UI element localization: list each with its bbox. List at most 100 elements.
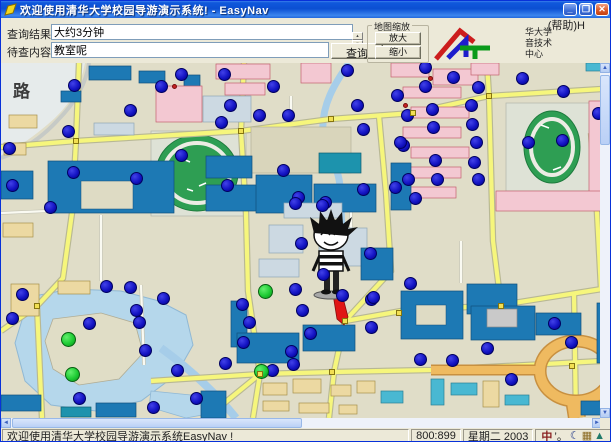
map-node-blue[interactable] [481, 342, 494, 355]
map-node-blue[interactable] [68, 79, 81, 92]
horizontal-scroll-thumb[interactable] [12, 418, 302, 428]
map-node-blue[interactable] [351, 99, 364, 112]
map-node-selected[interactable] [365, 321, 378, 334]
map-node-blue[interactable] [516, 72, 529, 85]
map-node-blue[interactable] [277, 164, 290, 177]
close-button[interactable]: ✕ [595, 3, 609, 16]
map-node-blue[interactable] [139, 344, 152, 357]
road-junction-node[interactable] [257, 371, 263, 377]
road-junction-node[interactable] [329, 369, 335, 375]
map-node-green[interactable] [61, 332, 76, 347]
map-canvas[interactable]: .bB{fill:#1d79b4;stroke:#11507c;stroke-w… [1, 63, 602, 418]
result-field[interactable] [51, 24, 353, 40]
map-node-blue[interactable] [447, 71, 460, 84]
map-node-blue[interactable] [304, 327, 317, 340]
map-node-blue[interactable] [237, 336, 250, 349]
map-node-blue[interactable] [6, 312, 19, 325]
map-node-selected[interactable] [287, 358, 300, 371]
minimize-button[interactable]: _ [563, 3, 577, 16]
map-node-selected[interactable] [296, 304, 309, 317]
map-node-blue[interactable] [394, 136, 407, 149]
map-node-selected[interactable] [62, 125, 75, 138]
scroll-up-icon[interactable]: ▲ [600, 63, 610, 73]
map-node-blue[interactable] [472, 81, 485, 94]
map-node-blue[interactable] [175, 68, 188, 81]
vertical-scrollbar[interactable]: ▲ ▼ [600, 63, 610, 418]
ime-moon-icon[interactable]: ☾ [570, 429, 580, 442]
poi-red-dot[interactable] [403, 103, 408, 108]
road-junction-node[interactable] [486, 93, 492, 99]
map-node-blue[interactable] [446, 354, 459, 367]
road-junction-node[interactable] [410, 110, 416, 116]
map-node-blue[interactable] [427, 121, 440, 134]
map-node-blue[interactable] [3, 142, 16, 155]
map-node-blue[interactable] [6, 179, 19, 192]
ime-toolbar[interactable]: 中 ’。 ☾ ▦ ▲ [535, 429, 611, 442]
map-node-blue[interactable] [289, 197, 302, 210]
map-node-blue[interactable] [133, 316, 146, 329]
map-node-blue[interactable] [317, 268, 330, 281]
map-node-blue[interactable] [556, 134, 569, 147]
map-node-blue[interactable] [282, 109, 295, 122]
map-node-selected[interactable] [472, 173, 485, 186]
map-node-blue[interactable] [522, 136, 535, 149]
query-input[interactable] [51, 42, 329, 58]
spin-up-icon[interactable]: ▲ [352, 32, 363, 40]
poi-red-dot[interactable] [172, 84, 177, 89]
map-node-green[interactable] [65, 367, 80, 382]
map-node-blue[interactable] [130, 172, 143, 185]
map-node-blue[interactable] [16, 288, 29, 301]
map-node-blue[interactable] [404, 277, 417, 290]
map-node-blue[interactable] [419, 80, 432, 93]
map-node-blue[interactable] [147, 401, 160, 414]
map-node-selected[interactable] [505, 373, 518, 386]
map-node-blue[interactable] [316, 199, 329, 212]
map-node-blue[interactable] [341, 64, 354, 77]
map-node-blue[interactable] [367, 291, 380, 304]
map-node-blue[interactable] [253, 109, 266, 122]
map-node-blue[interactable] [357, 183, 370, 196]
map-node-blue[interactable] [419, 63, 432, 74]
map-node-blue[interactable] [171, 364, 184, 377]
map-node-selected[interactable] [221, 179, 234, 192]
road-junction-node[interactable] [328, 116, 334, 122]
map-node-blue[interactable] [285, 345, 298, 358]
map-node-blue[interactable] [548, 317, 561, 330]
vertical-scroll-thumb[interactable] [600, 75, 610, 145]
map-node-blue[interactable] [468, 156, 481, 169]
map-node-selected[interactable] [414, 353, 427, 366]
map-node-blue[interactable] [470, 136, 483, 149]
road-junction-node[interactable] [498, 303, 504, 309]
map-node-blue[interactable] [190, 392, 203, 405]
map-node-blue[interactable] [100, 280, 113, 293]
zoom-out-button[interactable]: 缩小 [375, 46, 421, 59]
ime-punct-icon[interactable]: ’。 [554, 428, 567, 442]
map-node-blue[interactable] [124, 104, 137, 117]
map-node-blue[interactable] [389, 181, 402, 194]
map-node-blue[interactable] [364, 247, 377, 260]
map-node-blue[interactable] [289, 283, 302, 296]
road-junction-node[interactable] [342, 318, 348, 324]
road-junction-node[interactable] [34, 303, 40, 309]
map-node-blue[interactable] [426, 103, 439, 116]
map-node-blue[interactable] [391, 89, 404, 102]
ime-keyboard-icon[interactable]: ▦ [582, 429, 592, 442]
map-node-blue[interactable] [215, 116, 228, 129]
map-node-blue[interactable] [73, 392, 86, 405]
road-junction-node[interactable] [396, 310, 402, 316]
maximize-button[interactable]: ❐ [579, 3, 593, 16]
map-node-blue[interactable] [124, 281, 137, 294]
zoom-in-button[interactable]: 放大 [375, 32, 421, 45]
map-node-blue[interactable] [267, 80, 280, 93]
map-node-blue[interactable] [431, 173, 444, 186]
map-node-selected[interactable] [357, 123, 370, 136]
map-node-selected[interactable] [295, 237, 308, 250]
map-node-blue[interactable] [175, 149, 188, 162]
map-node-blue[interactable] [465, 99, 478, 112]
map-node-blue[interactable] [409, 192, 422, 205]
map-node-blue[interactable] [44, 201, 57, 214]
poi-red-dot[interactable] [428, 76, 433, 81]
map-node-blue[interactable] [402, 173, 415, 186]
map-node-blue[interactable] [155, 80, 168, 93]
map-node-blue[interactable] [219, 357, 232, 370]
